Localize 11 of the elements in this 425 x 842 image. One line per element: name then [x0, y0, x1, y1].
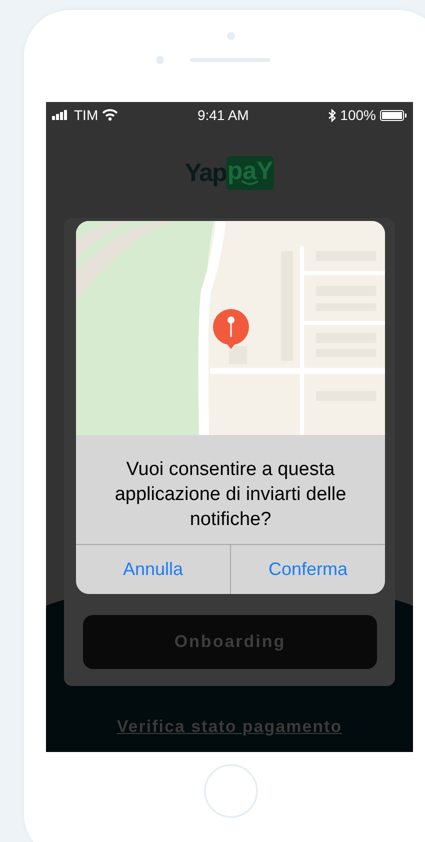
status-time: 9:41 AM: [197, 106, 249, 124]
payment-status-link[interactable]: Verifica stato pagamento: [116, 714, 342, 740]
battery-percent: 100%: [340, 106, 376, 124]
battery-icon: [380, 110, 407, 120]
cancel-button[interactable]: Annulla: [76, 545, 230, 594]
wifi-icon: [102, 109, 118, 121]
confirm-button[interactable]: Conferma: [230, 545, 385, 594]
carrier-name: TIM: [74, 106, 98, 124]
alert-message: Vuoi consentire a questa applicazione di inviarti delle notifiche?: [114, 458, 348, 532]
bluetooth-icon: [328, 108, 336, 122]
signal-icon: [52, 110, 70, 120]
